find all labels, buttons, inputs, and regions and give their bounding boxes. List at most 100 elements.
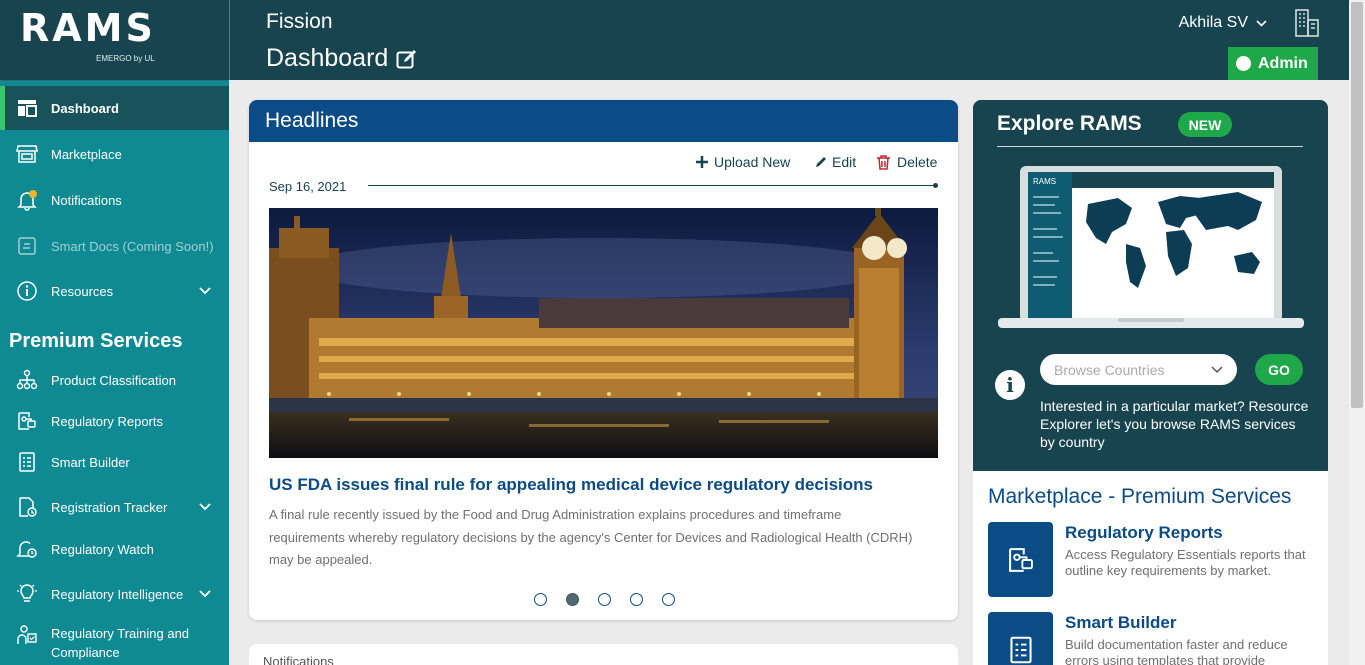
explore-description: Interested in a particular market? Resou… bbox=[1040, 398, 1309, 450]
sidebar-item-label: Smart Builder bbox=[51, 454, 130, 470]
news-date: Sep 16, 2021 bbox=[269, 179, 347, 194]
page-title: Dashboard bbox=[266, 44, 418, 73]
chevron-down-icon bbox=[1256, 19, 1267, 27]
regulatory-reports-tile[interactable] bbox=[988, 522, 1053, 597]
timeline-divider bbox=[368, 185, 936, 186]
logo[interactable]: RAMS EMERGO by UL bbox=[0, 0, 229, 81]
notifications-card-title: Notifications bbox=[263, 654, 334, 665]
user-name: Akhila SV bbox=[1178, 14, 1248, 31]
delete-label: Delete bbox=[897, 154, 938, 170]
sidebar-item-label: Dashboard bbox=[51, 100, 119, 116]
explore-title: Explore RAMS bbox=[997, 112, 1142, 135]
notifications-card: Notifications bbox=[249, 644, 958, 665]
sidebar-item-regulatory-watch[interactable]: Regulatory Watch bbox=[0, 527, 229, 571]
upload-new-button[interactable]: Upload New bbox=[696, 154, 790, 170]
sidebar-item-notifications[interactable]: Notifications bbox=[0, 178, 229, 222]
smart-builder-link[interactable]: Smart Builder bbox=[1065, 613, 1176, 633]
chevron-down-icon bbox=[199, 499, 211, 514]
marketplace-premium-card: Marketplace - Premium Services Regulator… bbox=[973, 471, 1328, 665]
trash-icon bbox=[877, 154, 890, 170]
page-scrollbar[interactable] bbox=[1349, 0, 1365, 665]
edit-button[interactable]: Edit bbox=[815, 154, 856, 170]
smart-builder-description: Build documentation faster and reduce er… bbox=[1065, 637, 1288, 665]
regulatory-reports-link[interactable]: Regulatory Reports bbox=[1065, 523, 1223, 543]
tracker-icon bbox=[16, 496, 38, 518]
sidebar-item-regulatory-training[interactable]: Regulatory Training and Compliance bbox=[0, 624, 229, 665]
pencil-icon bbox=[815, 156, 827, 168]
upload-label: Upload New bbox=[714, 154, 791, 170]
sidebar-item-regulatory-intelligence[interactable]: Regulatory Intelligence bbox=[0, 572, 229, 616]
admin-role-badge[interactable]: Admin bbox=[1228, 47, 1318, 80]
info-icon bbox=[16, 280, 38, 302]
timeline-dot bbox=[933, 183, 938, 188]
chevron-down-icon bbox=[1211, 365, 1223, 374]
news-summary: A final rule recently issued by the Food… bbox=[269, 507, 913, 567]
carousel-dot[interactable] bbox=[598, 593, 611, 606]
explore-rams-card: Explore RAMS NEW RAMS i Browse Countries bbox=[973, 100, 1328, 471]
regulatory-reports-description: Access Regulatory Essentials reports tha… bbox=[1065, 547, 1306, 578]
browse-countries-select[interactable]: Browse Countries bbox=[1040, 354, 1237, 385]
go-button[interactable]: GO bbox=[1255, 354, 1303, 385]
svg-text:RAMS: RAMS bbox=[1033, 177, 1056, 186]
sidebar-item-dashboard[interactable]: Dashboard bbox=[0, 86, 229, 130]
user-menu[interactable]: Akhila SV bbox=[1179, 14, 1267, 32]
divider bbox=[997, 146, 1303, 147]
sidebar-item-label: Product Classification bbox=[51, 372, 176, 388]
info-icon[interactable]: i bbox=[995, 370, 1025, 400]
carousel-dot[interactable] bbox=[630, 593, 643, 606]
role-label: Admin bbox=[1258, 54, 1308, 72]
app-title: Fission bbox=[266, 10, 333, 33]
smart-docs-icon bbox=[16, 235, 38, 257]
sidebar-item-label: Notifications bbox=[51, 192, 122, 208]
chevron-down-icon bbox=[199, 586, 211, 601]
lightbulb-icon bbox=[16, 583, 38, 605]
smart-builder-tile[interactable] bbox=[988, 612, 1053, 665]
dashboard-icon bbox=[16, 97, 38, 119]
carousel-dot[interactable] bbox=[662, 593, 675, 606]
sidebar-item-label: Regulatory Intelligence bbox=[51, 586, 184, 602]
sidebar-item-product-classification[interactable]: Product Classification bbox=[0, 358, 229, 402]
sidebar-item-smart-docs: Smart Docs (Coming Soon!) bbox=[0, 224, 229, 268]
sidebar-item-resources[interactable]: Resources bbox=[0, 269, 229, 313]
carousel-indicators bbox=[534, 593, 694, 606]
top-header: Fission Dashboard Akhila SV Admin bbox=[229, 0, 1349, 80]
select-placeholder: Browse Countries bbox=[1054, 361, 1165, 378]
headlines-title: Headlines bbox=[249, 100, 958, 142]
sidebar-item-label: Regulatory Watch bbox=[51, 541, 154, 557]
sidebar-item-registration-tracker[interactable]: Registration Tracker bbox=[0, 485, 229, 529]
sidebar-item-label: Regulatory Training and Compliance bbox=[51, 626, 190, 660]
sidebar-item-label: Resources bbox=[51, 283, 114, 299]
marketplace-title: Marketplace - Premium Services bbox=[988, 485, 1292, 508]
report-icon bbox=[16, 410, 38, 432]
plus-icon bbox=[696, 156, 708, 168]
training-icon bbox=[16, 624, 38, 646]
watch-bell-icon bbox=[16, 538, 38, 560]
sidebar: RAMS EMERGO by UL Dashboard Marketplace … bbox=[0, 0, 229, 665]
logo-text: RAMS bbox=[20, 6, 156, 50]
store-icon bbox=[16, 143, 38, 165]
builder-icon bbox=[1006, 635, 1036, 665]
delete-button[interactable]: Delete bbox=[877, 154, 937, 170]
sidebar-item-label: Registration Tracker bbox=[51, 499, 168, 515]
sidebar-item-marketplace[interactable]: Marketplace bbox=[0, 132, 229, 176]
logo-subtitle: EMERGO by UL bbox=[96, 54, 155, 63]
status-dot-icon bbox=[1236, 56, 1251, 71]
building-icon[interactable] bbox=[1294, 8, 1320, 43]
new-badge: NEW bbox=[1178, 112, 1232, 137]
sidebar-item-regulatory-reports[interactable]: Regulatory Reports bbox=[0, 399, 229, 443]
laptop-map-illustration: RAMS bbox=[998, 164, 1304, 337]
carousel-dot[interactable] bbox=[534, 593, 547, 606]
sidebar-item-smart-builder[interactable]: Smart Builder bbox=[0, 440, 229, 484]
news-image[interactable] bbox=[269, 208, 938, 458]
edit-icon[interactable] bbox=[396, 49, 418, 69]
report-icon bbox=[1006, 545, 1036, 575]
headlines-card: Headlines Upload New Edit Delete Sep 16,… bbox=[249, 100, 958, 620]
scrollbar-thumb[interactable] bbox=[1351, 2, 1363, 408]
page-title-text: Dashboard bbox=[266, 44, 389, 72]
sidebar-item-label: Smart Docs (Coming Soon!) bbox=[51, 238, 214, 254]
news-headline-link[interactable]: US FDA issues final rule for appealing m… bbox=[269, 475, 873, 495]
edit-label: Edit bbox=[832, 154, 857, 170]
sidebar-item-label: Regulatory Reports bbox=[51, 413, 163, 429]
sidebar-item-label: Marketplace bbox=[51, 146, 122, 162]
carousel-dot-active[interactable] bbox=[566, 593, 579, 606]
